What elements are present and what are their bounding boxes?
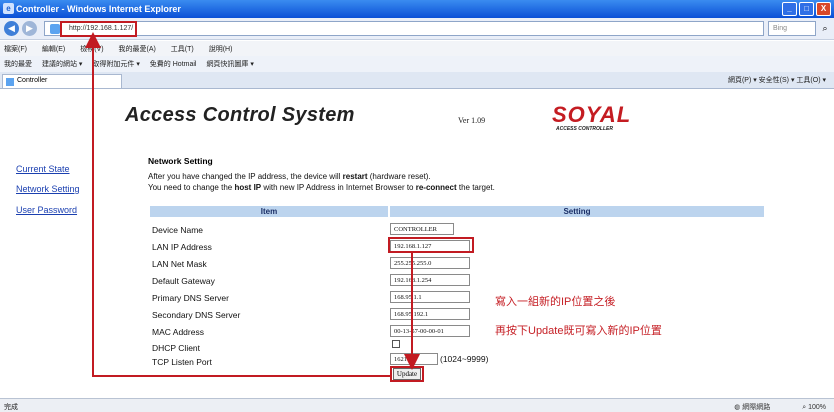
app-title: Access Control System xyxy=(125,104,355,126)
notice-text: You need to change the xyxy=(148,183,235,192)
update-highlight-box xyxy=(390,366,424,382)
tcp-port-field[interactable]: 1621 xyxy=(390,353,438,365)
tab-row: Controller 網頁(P) ▾ 安全性(S) ▾ 工具(O) ▾ xyxy=(0,72,834,89)
row-label-secondary-dns: Secondary DNS Server xyxy=(152,310,241,320)
menu-help[interactable]: 說明(H) xyxy=(209,46,233,53)
row-label-dhcp: DHCP Client xyxy=(152,343,201,353)
favorites-bar: 我的最愛 建議的網站 ▾ 取得附加元件 ▾ 免費的 Hotmail 網頁快訊圖庫… xyxy=(0,56,834,72)
row-label-mac: MAC Address xyxy=(152,327,204,337)
soyal-logo: SOYAL ACCESS CONTROLLER xyxy=(552,104,642,136)
tab-label: Controller xyxy=(17,77,48,84)
zone-label: 網際網路 xyxy=(742,404,771,411)
notice-line-1: After you have changed the IP address, t… xyxy=(148,172,431,181)
column-header-setting: Setting xyxy=(390,206,764,217)
annotation-note-1: 寫入一組新的IP位置之後 xyxy=(495,296,616,308)
port-range-hint: (1024~9999) xyxy=(440,354,489,364)
gateway-field[interactable]: 192.168.1.254 xyxy=(390,274,470,286)
device-name-field[interactable]: CONTROLLER xyxy=(390,223,454,235)
command-bar[interactable]: 網頁(P) ▾ 安全性(S) ▾ 工具(O) ▾ xyxy=(728,75,826,85)
net-mask-field[interactable]: 255.255.255.0 xyxy=(390,257,470,269)
search-icon[interactable]: ⌕ xyxy=(818,21,832,36)
tab-page-icon xyxy=(6,78,14,86)
annotation-note-2: 再按下Update既可寫入新的IP位置 xyxy=(495,325,662,337)
status-right: ◍ 網際網路 ⌕ 100% xyxy=(734,402,826,412)
menu-tools[interactable]: 工具(T) xyxy=(171,46,194,53)
column-header-item: Item xyxy=(150,206,388,217)
menu-edit[interactable]: 編輯(E) xyxy=(42,46,65,53)
notice-text: the target. xyxy=(456,183,495,192)
page-icon xyxy=(50,24,60,34)
row-label-lan-ip: LAN IP Address xyxy=(152,242,212,252)
forward-icon[interactable]: ▶ xyxy=(22,21,37,36)
status-bar: 完成 ◍ 網際網路 ⌕ 100% xyxy=(0,398,834,412)
sidebar-item-current-state[interactable]: Current State xyxy=(16,164,70,174)
secondary-dns-field[interactable]: 168.95.192.1 xyxy=(390,308,470,320)
back-icon[interactable]: ◀ xyxy=(4,21,19,36)
fav-hotmail[interactable]: 免費的 Hotmail xyxy=(150,61,197,68)
fav-webslice[interactable]: 網頁快訊圖庫 ▾ xyxy=(206,61,253,68)
menu-file[interactable]: 檔案(F) xyxy=(4,46,27,53)
menu-bar: 檔案(F) 編輯(E) 檢視(V) 我的最愛(A) 工具(T) 說明(H) xyxy=(0,41,834,56)
notice-text: After you have changed the IP address, t… xyxy=(148,172,343,181)
notice-bold: restart xyxy=(342,172,368,181)
page-content: Access Control System Ver 1.09 SOYAL ACC… xyxy=(0,90,834,398)
zoom-icon: ⌕ xyxy=(802,404,807,411)
notice-bold: host IP xyxy=(234,183,262,192)
favorites-button[interactable]: 我的最愛 xyxy=(4,61,32,68)
version-label: Ver 1.09 xyxy=(458,116,486,125)
row-label-tcp-port: TCP Listen Port xyxy=(152,357,212,367)
minimize-button[interactable]: _ xyxy=(782,2,797,16)
row-label-gateway: Default Gateway xyxy=(152,276,215,286)
browser-window: e Controller - Windows Internet Explorer… xyxy=(0,0,834,412)
maximize-button[interactable]: □ xyxy=(799,2,814,16)
section-title: Network Setting xyxy=(148,156,213,166)
sidebar-item-user-password[interactable]: User Password xyxy=(16,205,77,215)
url-highlight-box xyxy=(60,21,137,37)
row-label-primary-dns: Primary DNS Server xyxy=(152,293,229,303)
row-label-device-name: Device Name xyxy=(152,225,204,235)
notice-bold: re-connect xyxy=(415,183,457,192)
notice-line-2: You need to change the host IP with new … xyxy=(148,183,495,192)
primary-dns-field[interactable]: 168.95.1.1 xyxy=(390,291,470,303)
address-bar[interactable]: http://192.168.1.127/ xyxy=(44,21,764,36)
fav-addons[interactable]: 取得附加元件 ▾ xyxy=(92,61,139,68)
menu-favorites[interactable]: 我的最愛(A) xyxy=(119,46,156,53)
mac-address-field[interactable]: 00-13-57-00-00-01 xyxy=(390,325,470,337)
menu-view[interactable]: 檢視(V) xyxy=(80,46,103,53)
logo-text: SOYAL xyxy=(552,102,632,127)
row-label-net-mask: LAN Net Mask xyxy=(152,259,207,269)
ip-highlight-box xyxy=(388,237,474,253)
status-text: 完成 xyxy=(4,404,18,411)
fav-suggested[interactable]: 建議的網站 ▾ xyxy=(42,61,82,68)
dhcp-checkbox[interactable] xyxy=(392,340,400,348)
window-title: Controller - Windows Internet Explorer xyxy=(16,4,181,14)
close-button[interactable]: X xyxy=(816,2,831,16)
notice-text: with new IP Address in Internet Browser … xyxy=(261,183,416,192)
sidebar-item-network-setting[interactable]: Network Setting xyxy=(16,184,80,194)
ie-icon: e xyxy=(3,3,14,14)
zoom-label[interactable]: 100% xyxy=(808,404,826,411)
notice-text: (hardware reset). xyxy=(367,172,431,181)
search-input[interactable]: Bing xyxy=(768,21,816,36)
tab-controller[interactable]: Controller xyxy=(2,74,122,88)
window-controls: _ □ X xyxy=(782,2,831,16)
title-bar: e Controller - Windows Internet Explorer… xyxy=(0,0,834,18)
globe-icon: ◍ xyxy=(734,404,741,411)
